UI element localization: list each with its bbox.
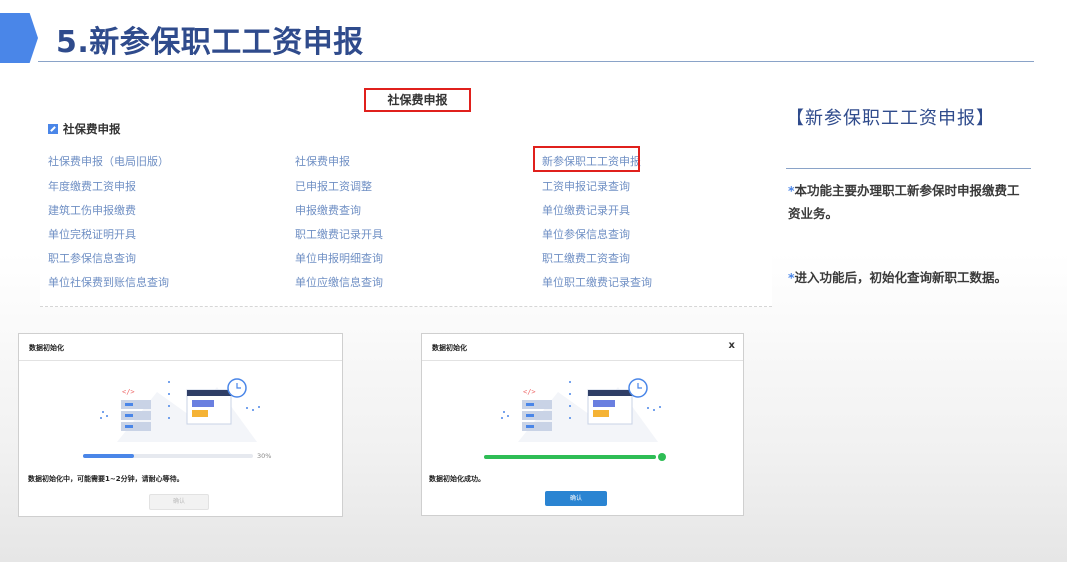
menu-panel: 社保费申报 社保费申报 社保费申报（电局旧版） 年度缴费工资申报 建筑工伤申报缴…: [40, 84, 772, 307]
description-point: *本功能主要办理职工新参保时申报缴费工资业务。: [788, 179, 1028, 225]
dialog-header: 数据初始化: [19, 334, 342, 361]
status-text: 数据初始化成功。: [429, 475, 485, 483]
init-dialog-loading: 数据初始化 </> 30% 数据初始化中，可能需要1~2分钟，请耐心等待。 确认: [18, 333, 343, 517]
progress-track: [484, 455, 656, 459]
svg-text:</>: </>: [122, 388, 135, 396]
menu-section-title: 社保费申报: [48, 121, 121, 137]
menu-link[interactable]: 单位缴费记录开具: [542, 202, 630, 218]
menu-link[interactable]: 职工参保信息查询: [48, 250, 136, 266]
check-circle-icon: [658, 453, 666, 461]
section-label: 社保费申报: [63, 122, 121, 136]
svg-text:</>: </>: [523, 388, 536, 396]
data-server-illustration: </>: [501, 378, 661, 442]
data-server-illustration: </>: [100, 378, 260, 442]
close-icon[interactable]: x: [729, 340, 735, 351]
menu-header[interactable]: 社保费申报: [364, 88, 471, 112]
menu-link[interactable]: 单位申报明细查询: [295, 250, 383, 266]
confirm-button[interactable]: 确认: [545, 491, 607, 506]
menu-link[interactable]: 建筑工伤申报缴费: [48, 202, 136, 218]
progress-track: [83, 454, 253, 458]
progress-percent: 30%: [257, 452, 272, 460]
dialog-title: 数据初始化: [432, 344, 467, 352]
description-point: *进入功能后，初始化查询新职工数据。: [788, 266, 1028, 289]
menu-link[interactable]: 申报缴费查询: [295, 202, 361, 218]
menu-link[interactable]: 职工缴费记录开具: [295, 226, 383, 242]
description-point-text: 本功能主要办理职工新参保时申报缴费工资业务。: [788, 183, 1020, 221]
menu-link[interactable]: 单位应缴信息查询: [295, 274, 383, 290]
progress-fill: [484, 455, 656, 459]
description-point-text: 进入功能后，初始化查询新职工数据。: [794, 270, 1008, 285]
dialog-header: 数据初始化 x: [422, 334, 743, 361]
title-divider: [38, 61, 1034, 62]
menu-divider: [40, 306, 772, 307]
status-text: 数据初始化中，可能需要1~2分钟，请耐心等待。: [28, 475, 184, 483]
description-divider: [786, 168, 1031, 169]
menu-link[interactable]: 职工缴费工资查询: [542, 250, 630, 266]
menu-link[interactable]: 单位社保费到账信息查询: [48, 274, 169, 290]
progress-fill: [83, 454, 134, 458]
menu-link[interactable]: 年度缴费工资申报: [48, 178, 136, 194]
menu-link[interactable]: 单位参保信息查询: [542, 226, 630, 242]
menu-link[interactable]: 单位完税证明开具: [48, 226, 136, 242]
confirm-button-disabled[interactable]: 确认: [149, 494, 209, 510]
menu-link[interactable]: 社保费申报（电局旧版）: [48, 153, 169, 169]
menu-link[interactable]: 社保费申报: [295, 153, 350, 169]
menu-link[interactable]: 已申报工资调整: [295, 178, 372, 194]
title-accent-tab: [0, 13, 38, 63]
menu-link[interactable]: 工资申报记录查询: [542, 178, 630, 194]
edit-icon: [48, 124, 58, 134]
slide-title: 5.新参保职工工资申报: [56, 25, 364, 60]
dialog-title: 数据初始化: [29, 344, 64, 352]
description-title: 【新参保职工工资申报】: [786, 108, 995, 129]
init-dialog-success: 数据初始化 x </> 数据初始化成功。 确认: [421, 333, 744, 516]
highlight-box: [533, 146, 640, 172]
menu-link[interactable]: 单位职工缴费记录查询: [542, 274, 652, 290]
